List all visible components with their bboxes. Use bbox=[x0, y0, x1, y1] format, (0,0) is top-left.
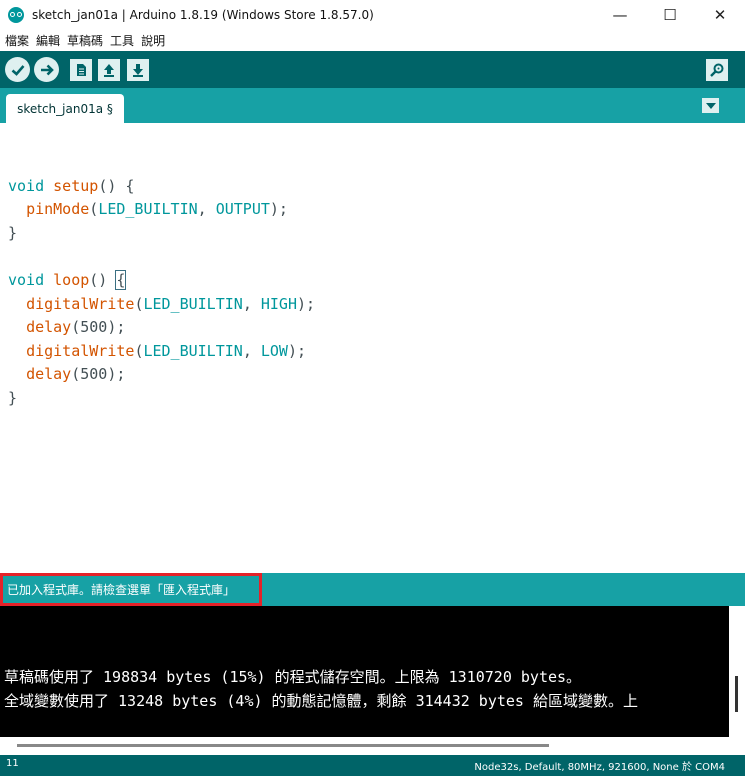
maximize-button[interactable]: ☐ bbox=[645, 0, 695, 29]
tab-bar: sketch_jan01a § bbox=[0, 88, 745, 123]
footer-bar: 11 Node32s, Default, 80MHz, 921600, None… bbox=[0, 755, 745, 776]
arrow-down-icon bbox=[133, 64, 143, 77]
close-button[interactable]: ✕ bbox=[695, 0, 745, 29]
serial-monitor-button[interactable] bbox=[706, 59, 728, 81]
matching-bracket-highlight: { bbox=[115, 269, 127, 290]
editor-scrollbar[interactable] bbox=[728, 123, 745, 567]
code-text: void setup() { pinMode(LED_BUILTIN, OUTP… bbox=[8, 151, 315, 411]
output-console[interactable]: 草稿碼使用了 198834 bytes (15%) 的程式儲存空間。上限為 13… bbox=[0, 606, 729, 737]
title-bar: sketch_jan01a | Arduino 1.8.19 (Windows … bbox=[0, 0, 745, 29]
code-line: void setup() { bbox=[8, 176, 135, 195]
menu-bar: 檔案 編輯 草稿碼 工具 說明 bbox=[0, 29, 745, 51]
horizontal-scroll-thumb[interactable] bbox=[17, 744, 549, 747]
tab-menu-button[interactable] bbox=[702, 98, 719, 113]
code-line: pinMode(LED_BUILTIN, OUTPUT); bbox=[26, 200, 288, 219]
magnifier-icon bbox=[710, 63, 724, 77]
toolbar bbox=[0, 51, 745, 88]
code-line: delay(500); bbox=[26, 365, 126, 384]
menu-tools[interactable]: 工具 bbox=[110, 32, 134, 49]
line-number: 11 bbox=[6, 758, 19, 769]
menu-edit[interactable]: 編輯 bbox=[36, 32, 60, 49]
status-message: 已加入程式庫。請檢查選單「匯入程式庫」 bbox=[0, 573, 262, 606]
code-line: digitalWrite(LED_BUILTIN, HIGH); bbox=[26, 294, 316, 313]
console-vertical-scrollbar[interactable] bbox=[729, 606, 745, 737]
arrow-right-icon bbox=[40, 64, 54, 75]
window-title: sketch_jan01a | Arduino 1.8.19 (Windows … bbox=[32, 7, 374, 22]
check-icon bbox=[11, 64, 24, 76]
code-line: delay(500); bbox=[26, 318, 126, 337]
code-line: void loop() { bbox=[8, 269, 127, 290]
minimize-button[interactable]: — bbox=[595, 0, 645, 29]
open-button[interactable] bbox=[98, 59, 120, 81]
menu-file[interactable]: 檔案 bbox=[5, 32, 29, 49]
verify-button[interactable] bbox=[5, 57, 30, 82]
arrow-up-icon bbox=[104, 64, 114, 77]
status-bar: 已加入程式庫。請檢查選單「匯入程式庫」 bbox=[0, 573, 745, 606]
code-editor[interactable]: void setup() { pinMode(LED_BUILTIN, OUTP… bbox=[0, 123, 728, 567]
triangle-down-icon bbox=[705, 102, 716, 109]
new-button[interactable] bbox=[70, 59, 92, 81]
code-line: digitalWrite(LED_BUILTIN, LOW); bbox=[26, 341, 307, 360]
console-text: 草稿碼使用了 198834 bytes (15%) 的程式儲存空間。上限為 13… bbox=[4, 665, 638, 713]
document-icon bbox=[77, 64, 86, 76]
window-controls: — ☐ ✕ bbox=[595, 0, 745, 29]
console-horizontal-scrollbar[interactable] bbox=[0, 737, 745, 755]
console-line: 草稿碼使用了 198834 bytes (15%) 的程式儲存空間。上限為 13… bbox=[4, 668, 582, 686]
code-line: } bbox=[8, 223, 18, 242]
save-button[interactable] bbox=[127, 59, 149, 81]
menu-help[interactable]: 說明 bbox=[141, 32, 165, 49]
console-scroll-thumb[interactable] bbox=[735, 676, 738, 712]
console-line: 全域變數使用了 13248 bytes (4%) 的動態記憶體，剩餘 31443… bbox=[4, 692, 638, 710]
tab-sketch[interactable]: sketch_jan01a § bbox=[6, 94, 124, 123]
menu-sketch[interactable]: 草稿碼 bbox=[67, 32, 103, 49]
board-info: Node32s, Default, 80MHz, 921600, None 於 … bbox=[474, 762, 725, 773]
arduino-logo-icon bbox=[8, 6, 24, 23]
upload-button[interactable] bbox=[34, 57, 59, 82]
code-line: } bbox=[8, 388, 18, 407]
